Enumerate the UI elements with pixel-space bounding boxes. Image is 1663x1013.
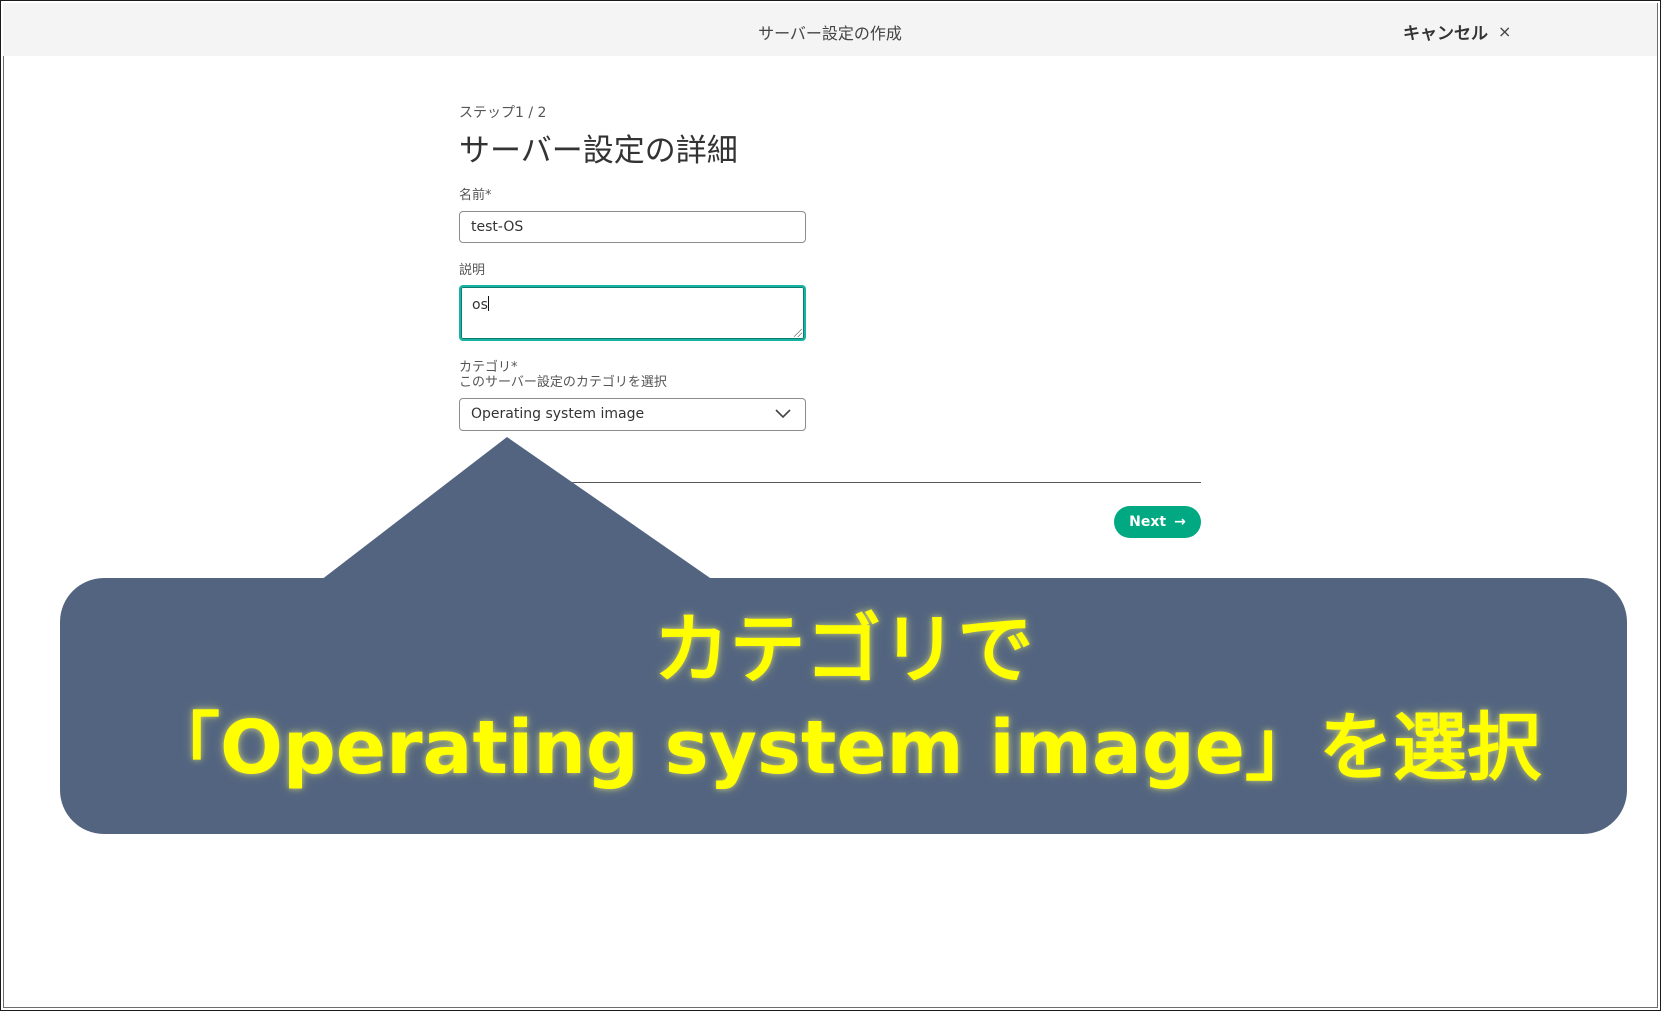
cancel-label: キャンセル (1403, 24, 1488, 44)
description-field-value: os (472, 297, 488, 313)
step-indicator: ステップ1 / 2 (459, 105, 547, 121)
category-label: カテゴリ* (459, 360, 518, 375)
category-hint: このサーバー設定のカテゴリを選択 (459, 375, 667, 390)
description-field[interactable]: os (459, 285, 806, 341)
arrow-right-icon: → (1174, 514, 1186, 530)
window-frame-inner (3, 3, 1658, 1008)
cancel-button[interactable]: キャンセル × (1403, 19, 1511, 44)
annotation-line-2: 「Operating system image」を選択 (146, 705, 1541, 791)
category-select[interactable]: Operating system image (459, 398, 806, 431)
resize-handle-icon[interactable] (794, 329, 802, 337)
description-label: 説明 (459, 263, 486, 278)
annotation-line-1: カテゴリで (653, 605, 1034, 694)
divider (459, 482, 1201, 483)
category-selected-value: Operating system image (471, 406, 645, 422)
window-frame (0, 0, 1661, 1011)
chevron-down-icon (775, 409, 791, 419)
close-icon: × (1498, 22, 1512, 41)
name-field[interactable]: test-OS (459, 211, 806, 243)
next-label: Next (1129, 514, 1167, 530)
name-field-value: test-OS (471, 219, 524, 235)
page-title: サーバー設定の詳細 (459, 133, 738, 169)
name-label: 名前* (459, 188, 492, 203)
next-button[interactable]: Next → (1114, 506, 1201, 538)
text-cursor (487, 296, 489, 311)
top-bar: サーバー設定の作成 キャンセル × (3, 3, 1657, 56)
